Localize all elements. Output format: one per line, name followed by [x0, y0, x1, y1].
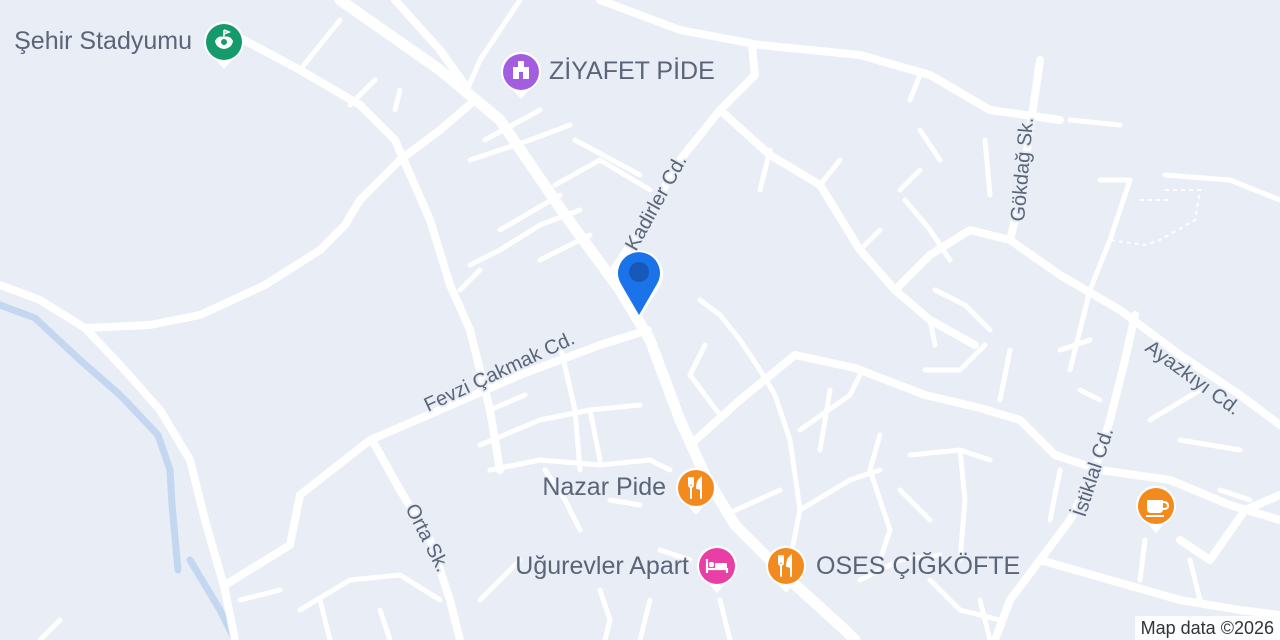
- street-label-fevzi: Fevzi Çakmak Cd.: [421, 328, 578, 417]
- southeast-road: [1036, 556, 1280, 619]
- west-road: [0, 281, 239, 640]
- poi-label-ugurevler: Uğurevler Apart: [515, 551, 689, 580]
- street-label-ayazkiyi: Ayazkıyı Cd.: [1141, 336, 1244, 420]
- bed-icon: [695, 542, 739, 594]
- poi-ugurevler[interactable]: Uğurevler Apart: [515, 542, 739, 594]
- river: [0, 301, 182, 574]
- map-canvas[interactable]: Kadirler Cd. Fevzi Çakmak Cd. Orta Sk. G…: [0, 0, 1280, 640]
- poi-cafe[interactable]: [1134, 482, 1178, 534]
- bakery-icon: [499, 48, 543, 100]
- poi-label-ziyafet: ZİYAFET PİDE: [549, 56, 715, 85]
- map-attribution[interactable]: Map data ©2026: [1134, 616, 1280, 640]
- street-label-gokdag: Gökdağ Sk.: [1007, 116, 1038, 222]
- poi-stadium[interactable]: Şehir Stadyumu: [14, 18, 246, 70]
- poi-nazar[interactable]: Nazar Pide: [542, 464, 718, 516]
- poi-ziyafet[interactable]: ZİYAFET PİDE: [499, 48, 715, 100]
- poi-oses[interactable]: OSES ÇİĞKÖFTE: [764, 542, 1020, 594]
- fork-knife-icon: [674, 464, 718, 516]
- poi-label-nazar: Nazar Pide: [542, 472, 666, 501]
- poi-label-stadium: Şehir Stadyumu: [14, 26, 192, 55]
- location-pin-icon[interactable]: [611, 244, 667, 322]
- stadium-icon: [202, 18, 246, 70]
- fork-knife-icon: [764, 542, 808, 594]
- street-label-kadirler: Kadirler Cd.: [621, 151, 691, 254]
- coffee-cup-icon: [1134, 482, 1178, 534]
- street-label-orta: Orta Sk.: [401, 500, 454, 575]
- west-arc-road: [81, 96, 479, 332]
- east-diagonal-road: [716, 106, 979, 349]
- poi-label-oses: OSES ÇİĞKÖFTE: [816, 551, 1021, 580]
